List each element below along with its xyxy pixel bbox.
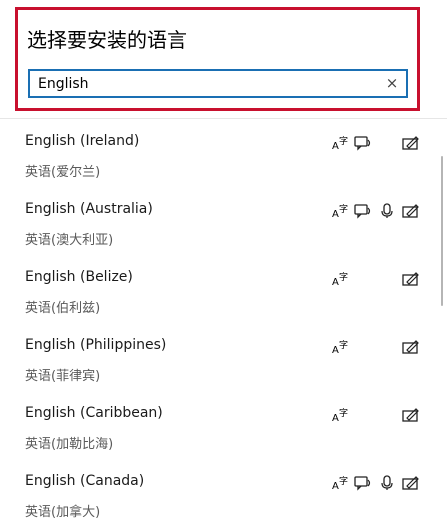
language-item-en-ca[interactable]: English (Canada) 英语(加拿大) A字 <box>0 459 436 522</box>
language-name: English (Australia) <box>25 201 153 217</box>
svg-text:A: A <box>332 209 339 219</box>
language-native-name: 英语(伯利兹) <box>25 301 101 316</box>
language-native-name: 英语(澳大利亚) <box>25 233 114 248</box>
language-search-header: 选择要安装的语言 × <box>15 7 420 111</box>
handwriting-icon <box>402 271 420 287</box>
svg-text:字: 字 <box>339 339 348 351</box>
svg-text:A: A <box>332 345 339 355</box>
handwriting-icon <box>402 339 420 355</box>
handwriting-icon <box>402 135 420 151</box>
language-name: English (Canada) <box>25 473 145 489</box>
handwriting-icon <box>402 475 420 491</box>
display-language-icon: A字 <box>332 407 350 423</box>
microphone-icon <box>378 203 396 219</box>
language-native-name: 英语(菲律宾) <box>25 369 101 384</box>
svg-text:字: 字 <box>339 475 348 487</box>
svg-text:字: 字 <box>339 203 348 215</box>
display-language-icon: A字 <box>332 271 350 287</box>
display-language-icon: A字 <box>332 135 350 151</box>
display-language-icon: A字 <box>332 203 350 219</box>
scrollbar[interactable] <box>441 156 443 306</box>
svg-text:字: 字 <box>339 135 348 147</box>
handwriting-icon <box>402 407 420 423</box>
svg-text:A: A <box>332 141 339 151</box>
language-name: English (Caribbean) <box>25 405 163 421</box>
language-name: English (Ireland) <box>25 133 140 149</box>
svg-text:A: A <box>332 481 339 491</box>
display-language-icon: A字 <box>332 339 350 355</box>
language-native-name: 英语(爱尔兰) <box>25 165 101 180</box>
text-to-speech-icon <box>354 203 372 219</box>
language-name: English (Philippines) <box>25 337 167 353</box>
microphone-icon <box>378 475 396 491</box>
svg-text:字: 字 <box>339 271 348 283</box>
handwriting-icon <box>402 203 420 219</box>
language-list: English (Ireland) 英语(爱尔兰) A字 English (Au… <box>0 119 447 522</box>
language-item-en-ie[interactable]: English (Ireland) 英语(爱尔兰) A字 <box>0 119 436 187</box>
display-language-icon: A字 <box>332 475 350 491</box>
search-input[interactable] <box>38 71 368 96</box>
language-item-en-ph[interactable]: English (Philippines) 英语(菲律宾) A字 <box>0 323 436 391</box>
text-to-speech-icon <box>354 135 372 151</box>
language-item-en-029[interactable]: English (Caribbean) 英语(加勒比海) A字 <box>0 391 436 459</box>
language-native-name: 英语(加拿大) <box>25 505 101 520</box>
language-native-name: 英语(加勒比海) <box>25 437 114 452</box>
dialog-title: 选择要安装的语言 <box>27 28 187 52</box>
search-box[interactable]: × <box>28 69 408 98</box>
svg-text:A: A <box>332 413 339 423</box>
language-item-en-bz[interactable]: English (Belize) 英语(伯利兹) A字 <box>0 255 436 323</box>
clear-icon[interactable]: × <box>384 75 400 91</box>
language-name: English (Belize) <box>25 269 133 285</box>
text-to-speech-icon <box>354 475 372 491</box>
svg-text:A: A <box>332 277 339 287</box>
svg-text:字: 字 <box>339 407 348 419</box>
language-item-en-au[interactable]: English (Australia) 英语(澳大利亚) A字 <box>0 187 436 255</box>
